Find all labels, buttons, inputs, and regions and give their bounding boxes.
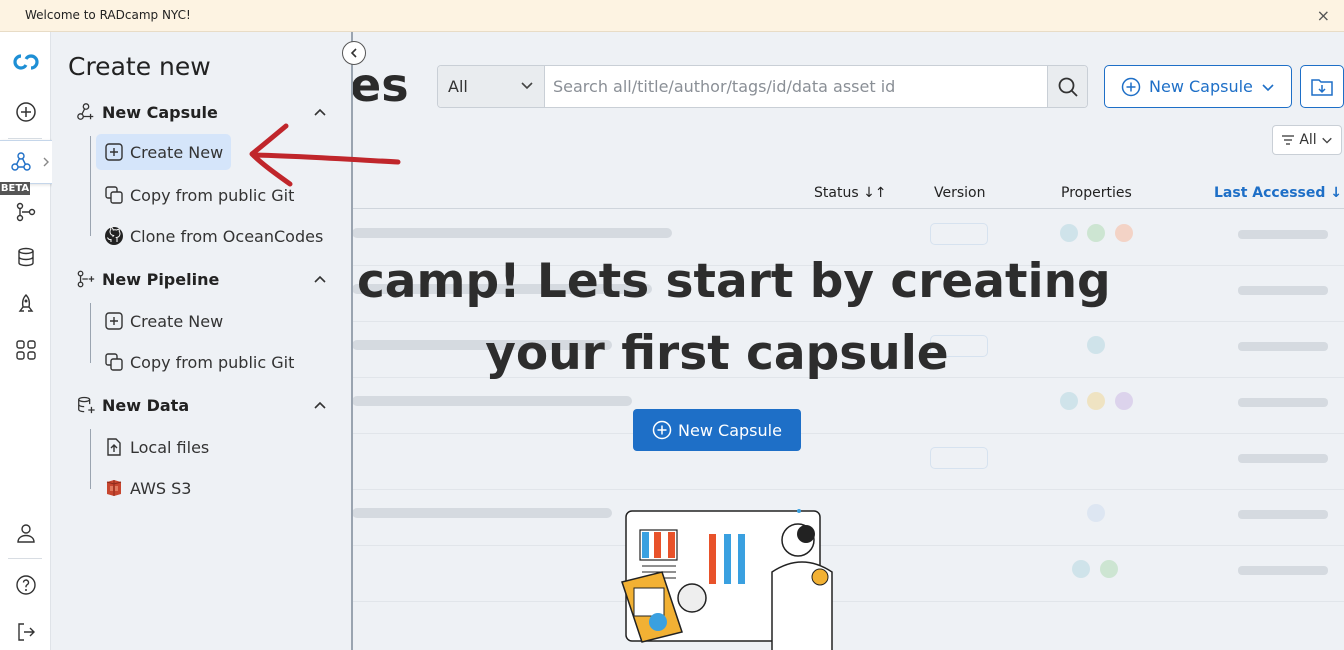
cta-label: New Capsule <box>678 420 782 440</box>
chevron-down-icon <box>520 78 534 95</box>
column-last-accessed[interactable]: Last Accessed ↓ <box>1214 185 1342 201</box>
header-divider <box>352 208 1344 209</box>
tree-connector <box>90 136 91 236</box>
create-new-pipeline-item[interactable]: Create New <box>104 303 223 339</box>
rail-divider <box>8 138 42 139</box>
rail-data[interactable] <box>0 237 51 277</box>
column-last-accessed-label: Last Accessed <box>1214 185 1326 201</box>
column-status[interactable]: Status ↓↑ <box>814 185 887 201</box>
rocket-icon <box>18 294 33 312</box>
search-button[interactable] <box>1047 66 1087 107</box>
illustration-image <box>621 509 833 650</box>
search-bar: All <box>437 65 1088 108</box>
filter-icon <box>1282 135 1295 145</box>
item-label: Clone from OceanCodes <box>130 226 324 246</box>
plus-square-icon <box>105 312 123 330</box>
create-new-capsule-item[interactable]: Create New <box>96 134 232 170</box>
item-label: AWS S3 <box>130 478 192 498</box>
logo-icon <box>12 54 39 70</box>
section-new-pipeline[interactable]: New Pipeline <box>76 269 219 289</box>
item-label: Create New <box>130 311 224 331</box>
item-label: Create New <box>130 142 224 162</box>
column-status-label: Status <box>814 185 859 201</box>
chevron-up-icon[interactable] <box>313 273 327 287</box>
new-capsule-label: New Capsule <box>1149 77 1253 96</box>
annotation-arrow <box>249 123 401 187</box>
filter-label: All <box>1299 132 1317 148</box>
rail-help[interactable] <box>0 565 51 605</box>
welcome-heading: dcamp! Lets start by creating your first… <box>323 254 1111 381</box>
pipeline-icon <box>16 202 35 222</box>
section-new-data[interactable]: New Data <box>76 395 189 415</box>
local-files-item[interactable]: Local files <box>104 429 209 465</box>
banner-text: Welcome to RADcamp NYC! <box>25 8 191 22</box>
folder-import-icon <box>1311 78 1333 96</box>
user-icon <box>16 524 35 543</box>
chevron-right-icon <box>43 157 49 167</box>
tree-connector <box>90 303 91 363</box>
logo[interactable] <box>0 42 51 82</box>
column-properties[interactable]: Properties <box>1061 185 1132 201</box>
database-icon <box>17 247 34 267</box>
help-icon <box>15 575 36 595</box>
rail-divider <box>8 558 42 559</box>
section-new-capsule[interactable]: New Capsule <box>76 102 218 122</box>
page-title: es <box>350 58 409 112</box>
rail-account[interactable] <box>0 513 51 553</box>
collapse-drawer-button[interactable] <box>342 41 366 65</box>
rail-create-new[interactable] <box>0 92 51 132</box>
plus-circle-icon <box>1121 77 1141 96</box>
import-folder-button[interactable] <box>1300 65 1344 108</box>
aws-s3-item[interactable]: AWS S3 <box>104 470 191 506</box>
section-label: New Capsule <box>102 102 218 122</box>
logout-icon <box>17 623 35 641</box>
search-scope-select[interactable]: All <box>438 66 545 107</box>
search-scope-label: All <box>448 77 468 96</box>
rail-apps[interactable] <box>0 330 51 370</box>
database-plus-icon <box>78 396 95 414</box>
capsule-icon <box>11 152 31 171</box>
chevron-down-icon <box>1262 83 1274 91</box>
copy-icon <box>105 186 123 204</box>
announcement-banner: Welcome to RADcamp NYC! × <box>0 0 1344 32</box>
section-label: New Pipeline <box>102 269 220 289</box>
section-label: New Data <box>102 395 190 415</box>
pipeline-icon <box>77 270 95 288</box>
plus-icon <box>15 102 36 122</box>
filter-dropdown[interactable]: All <box>1272 125 1342 155</box>
rail-apps-deploy[interactable] <box>0 284 51 324</box>
copy-icon <box>105 353 123 371</box>
copy-from-git-pipeline-item[interactable]: Copy from public Git <box>104 344 294 380</box>
new-capsule-button[interactable]: New Capsule <box>1104 65 1292 108</box>
column-version[interactable]: Version <box>934 185 985 201</box>
capsule-icon <box>77 103 94 120</box>
chevron-up-icon[interactable] <box>313 399 327 413</box>
table-row <box>352 434 1344 490</box>
file-upload-icon <box>107 438 121 456</box>
search-input[interactable] <box>545 66 1048 107</box>
search-icon <box>1058 77 1078 97</box>
chevron-down-icon <box>1321 137 1332 144</box>
left-rail: BETA <box>0 32 60 650</box>
chevron-left-icon <box>350 48 357 58</box>
github-icon <box>105 226 123 245</box>
drawer-title: Create new <box>68 52 211 81</box>
item-label: Local files <box>130 437 210 457</box>
tree-connector <box>90 429 91 489</box>
aws-s3-icon <box>106 480 122 496</box>
new-capsule-cta-button[interactable]: New Capsule <box>633 409 801 451</box>
chevron-up-icon[interactable] <box>313 106 327 120</box>
plus-square-icon <box>105 143 123 161</box>
item-label: Copy from public Git <box>130 352 295 372</box>
apps-grid-icon <box>15 340 36 360</box>
rail-logout[interactable] <box>0 612 51 650</box>
plus-circle-icon <box>652 420 672 440</box>
rail-capsules-item[interactable] <box>0 140 60 184</box>
close-icon[interactable]: × <box>1317 6 1330 25</box>
clone-from-oceancodes-item[interactable]: Clone from OceanCodes <box>104 218 323 254</box>
rail-pipelines[interactable] <box>0 192 51 232</box>
